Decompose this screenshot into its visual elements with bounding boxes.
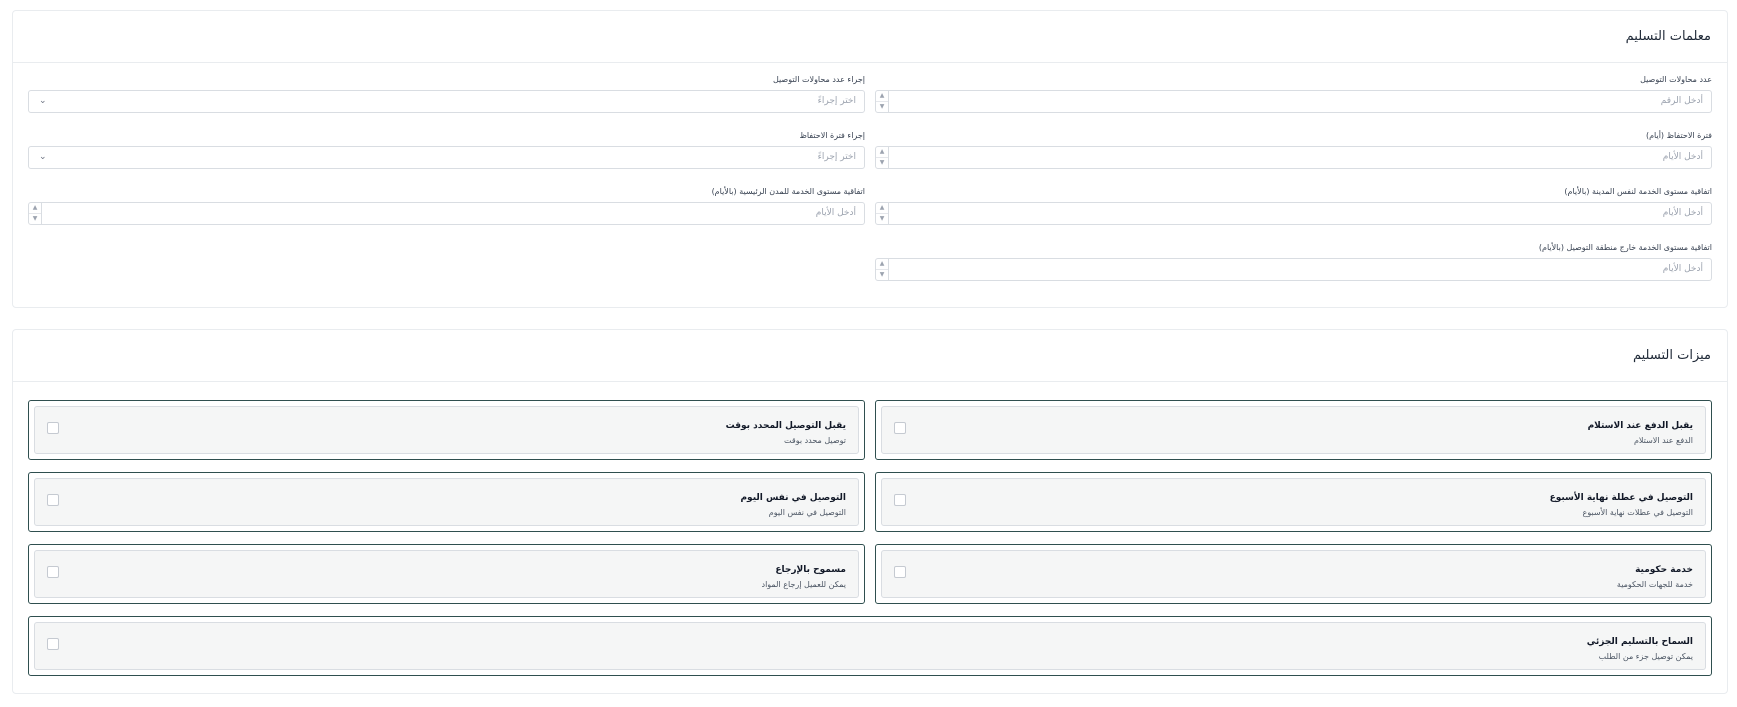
feature-government[interactable]: خدمة حكومية خدمة للجهات الحكومية [875,544,1712,604]
sla-out-of-zone-label: اتفاقية مستوى الخدمة خارج منطقة التوصيل … [1538,243,1712,252]
delivery-features-header: ميزات التسليم [13,330,1727,382]
feature-description: خدمة للجهات الحكومية [1616,580,1693,589]
feature-partial-delivery-inner: السماح بالتسليم الجزئي يمكن توصيل جزء من… [34,622,1706,670]
feature-returns-allowed-inner: مسموح بالإرجاع يمكن للعميل إرجاع المواد [34,550,859,598]
retention-period-label: فترة الاحتفاظ (أيام) [1645,131,1712,140]
feature-checkbox[interactable] [894,566,906,578]
feature-same-day-inner: التوصيل في نفس اليوم التوصيل في نفس اليو… [34,478,859,526]
sla-same-city-spinner: ▲ ▼ [876,203,889,224]
feature-description: توصيل محدد بوقت [784,436,846,445]
feature-checkbox[interactable] [47,566,59,578]
spin-up-icon[interactable]: ▲ [29,203,41,213]
attempts-action-label: إجراء عدد محاولات التوصيل [772,75,865,84]
feature-title: يقبل الدفع عند الاستلام [1587,421,1693,431]
feature-checkbox[interactable] [894,422,906,434]
feature-title: يقبل التوصيل المحدد بوقت [725,421,846,431]
sla-major-cities-label: اتفاقية مستوى الخدمة للمدن الرئيسية (بال… [711,187,865,196]
spin-up-icon[interactable]: ▲ [876,147,888,157]
sla-major-cities-spinner: ▲ ▼ [29,203,42,224]
sla-out-of-zone-spinner: ▲ ▼ [876,259,889,280]
feature-checkbox[interactable] [47,494,59,506]
chevron-down-icon: ⌄ [39,152,47,162]
feature-government-inner: خدمة حكومية خدمة للجهات الحكومية [881,550,1706,598]
spin-down-icon[interactable]: ▼ [876,101,888,112]
feature-cod-inner: يقبل الدفع عند الاستلام الدفع عند الاستل… [881,406,1706,454]
retention-period-input[interactable]: أدخل الأيام ▲ ▼ [875,146,1712,169]
feature-returns-allowed[interactable]: مسموح بالإرجاع يمكن للعميل إرجاع المواد [28,544,865,604]
feature-title: مسموح بالإرجاع [775,565,846,575]
feature-title: التوصيل في عطلة نهاية الأسبوع [1549,493,1693,503]
feature-weekend-delivery-inner: التوصيل في عطلة نهاية الأسبوع التوصيل في… [881,478,1706,526]
feature-weekend-delivery[interactable]: التوصيل في عطلة نهاية الأسبوع التوصيل في… [875,472,1712,532]
feature-title: التوصيل في نفس اليوم [740,493,846,503]
spin-down-icon[interactable]: ▼ [29,213,41,224]
feature-timed-delivery-inner: يقبل التوصيل المحدد بوقت توصيل محدد بوقت [34,406,859,454]
sla-same-city-input[interactable]: أدخل الأيام ▲ ▼ [875,202,1712,225]
sla-major-cities-placeholder: أدخل الأيام [815,208,856,218]
spin-down-icon[interactable]: ▼ [876,269,888,280]
spin-down-icon[interactable]: ▼ [876,213,888,224]
attempts-count-placeholder: أدخل الرقم [1660,96,1703,106]
sla-out-of-zone-input[interactable]: أدخل الأيام ▲ ▼ [875,258,1712,281]
feature-description: يمكن للعميل إرجاع المواد [761,580,846,589]
attempts-count-spinner: ▲ ▼ [876,91,889,112]
delivery-parameters-header: معلمات التسليم [13,11,1727,63]
feature-checkbox[interactable] [47,422,59,434]
feature-description: التوصيل في نفس اليوم [768,508,846,517]
delivery-parameters-title: معلمات التسليم [1625,29,1711,44]
sla-major-cities-input[interactable]: أدخل الأيام ▲ ▼ [28,202,865,225]
spin-up-icon[interactable]: ▲ [876,203,888,213]
attempts-action-placeholder: اختر إجراءً [817,96,856,106]
chevron-down-icon: ⌄ [39,96,47,106]
spin-up-icon[interactable]: ▲ [876,259,888,269]
spin-up-icon[interactable]: ▲ [876,91,888,101]
sla-out-of-zone-placeholder: أدخل الأيام [1662,264,1703,274]
delivery-features-card: ميزات التسليم يقبل الدفع عند الاستلام ال… [12,329,1728,694]
feature-checkbox[interactable] [47,638,59,650]
feature-checkbox[interactable] [894,494,906,506]
sla-same-city-label: اتفاقية مستوى الخدمة لنفس المدينة (بالأي… [1564,187,1712,196]
feature-description: يمكن توصيل جزء من الطلب [1598,652,1693,661]
delivery-features-title: ميزات التسليم [1632,348,1711,363]
attempts-count-label: عدد محاولات التوصيل [1640,75,1712,84]
feature-same-day[interactable]: التوصيل في نفس اليوم التوصيل في نفس اليو… [28,472,865,532]
retention-action-placeholder: اختر إجراءً [817,152,856,162]
feature-partial-delivery[interactable]: السماح بالتسليم الجزئي يمكن توصيل جزء من… [28,616,1712,676]
spin-down-icon[interactable]: ▼ [876,157,888,168]
attempts-count-input[interactable]: أدخل الرقم ▲ ▼ [875,90,1712,113]
delivery-parameters-card: معلمات التسليم عدد محاولات التوصيل أدخل … [12,10,1728,308]
sla-same-city-placeholder: أدخل الأيام [1662,208,1703,218]
feature-cod[interactable]: يقبل الدفع عند الاستلام الدفع عند الاستل… [875,400,1712,460]
retention-period-placeholder: أدخل الأيام [1662,152,1703,162]
feature-title: السماح بالتسليم الجزئي [1586,637,1693,647]
feature-description: الدفع عند الاستلام [1633,436,1693,445]
retention-action-select[interactable]: اختر إجراءً ⌄ [28,146,865,169]
feature-timed-delivery[interactable]: يقبل التوصيل المحدد بوقت توصيل محدد بوقت [28,400,865,460]
retention-period-spinner: ▲ ▼ [876,147,889,168]
feature-description: التوصيل في عطلات نهاية الأسبوع [1582,508,1693,517]
retention-action-label: إجراء فترة الاحتفاظ [799,131,865,140]
feature-title: خدمة حكومية [1635,565,1693,575]
attempts-action-select[interactable]: اختر إجراءً ⌄ [28,90,865,113]
